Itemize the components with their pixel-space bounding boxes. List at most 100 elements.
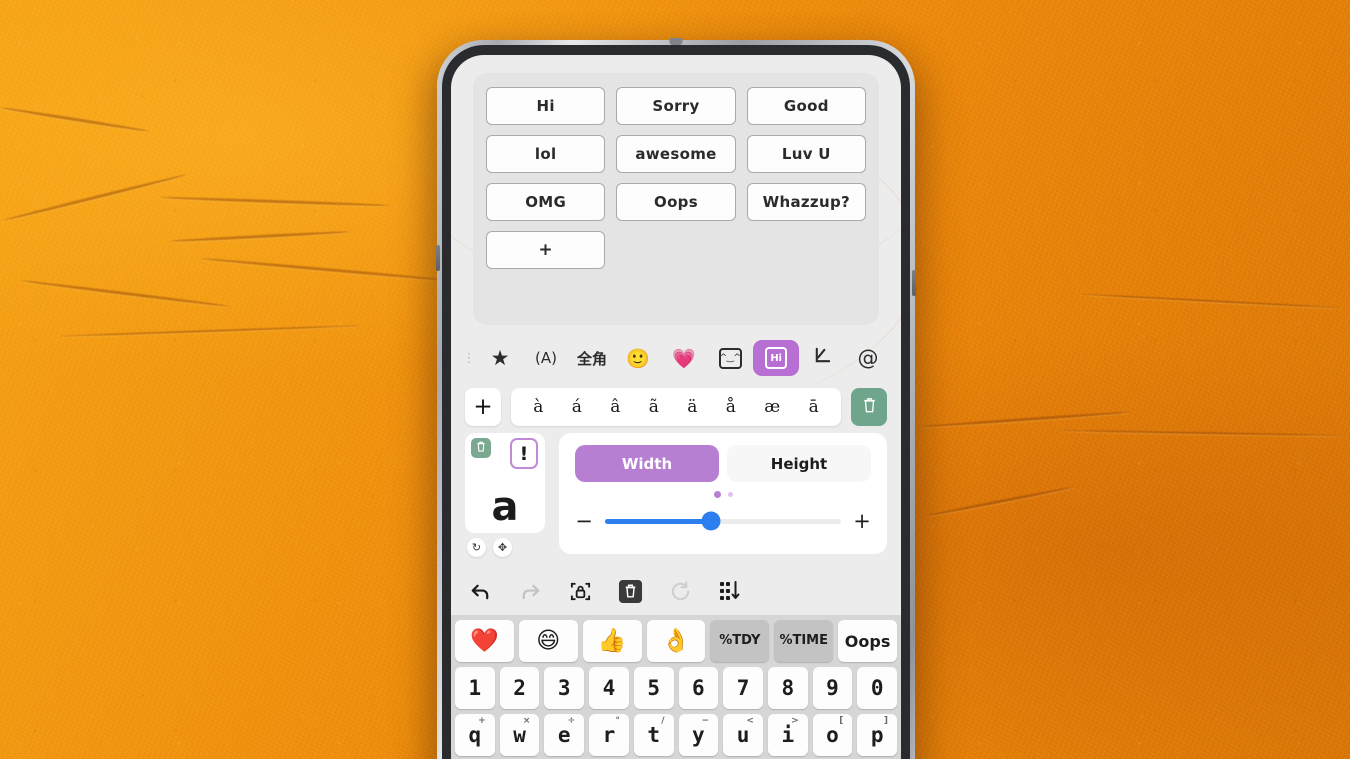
fullwidth-cjk-icon: 全角 — [576, 349, 607, 368]
key-t[interactable]: / t — [633, 714, 674, 756]
lock-target-icon[interactable] — [567, 578, 593, 604]
key-r[interactable]: ° r — [589, 714, 629, 756]
hi-badge-icon: Hi — [765, 347, 787, 369]
key-secondary-label: + — [478, 716, 486, 726]
key-q[interactable]: + q — [455, 714, 495, 756]
phrase-key-omg[interactable]: OMG — [486, 183, 606, 221]
undo-icon[interactable] — [467, 578, 493, 604]
tab-height[interactable]: Height — [727, 445, 871, 482]
size-slider[interactable] — [605, 511, 841, 531]
drag-handle-icon[interactable]: ⋮ — [461, 351, 477, 366]
number-row: 1 2 3 4 5 6 7 8 9 0 — [455, 667, 898, 709]
grin-emoji: 😄 — [536, 627, 561, 654]
key-label: 5 — [647, 676, 660, 700]
key-4[interactable]: 4 — [589, 667, 629, 709]
add-phrase-button[interactable]: + — [486, 231, 606, 269]
key-2[interactable]: 2 — [499, 667, 540, 709]
accent-char[interactable]: æ — [764, 397, 780, 417]
shortcut-key-time[interactable]: %TIME — [774, 620, 834, 662]
refresh-icon[interactable] — [667, 578, 693, 604]
phrase-key-awesome[interactable]: awesome — [616, 135, 736, 173]
phrase-key-luv-u[interactable]: Luv U — [746, 135, 866, 173]
category-draw-symbol-icon[interactable] — [799, 340, 845, 376]
sort-grid-icon[interactable] — [717, 578, 743, 604]
shortcut-key-oops[interactable]: Oops — [838, 620, 898, 662]
category-phrases-hi-icon[interactable]: Hi — [753, 340, 799, 376]
decrease-button[interactable]: − — [575, 509, 593, 533]
accent-char[interactable]: á — [572, 397, 582, 417]
key-label: y — [692, 723, 705, 747]
size-slider-row: − + — [575, 509, 871, 533]
key-7[interactable]: 7 — [723, 667, 763, 709]
heart-emoji: ❤️ — [470, 627, 499, 654]
delete-icon[interactable] — [617, 578, 643, 604]
accent-char[interactable]: ā — [809, 397, 819, 417]
device-side-button-left[interactable] — [436, 245, 440, 271]
category-kaomoji-icon[interactable]: ^‿^ — [707, 340, 753, 376]
key-w[interactable]: × w — [499, 714, 540, 756]
shortcut-key-grin[interactable]: 😄 — [518, 620, 578, 662]
category-heart-icon[interactable]: 💗 — [661, 340, 707, 376]
key-e[interactable]: ÷ e — [544, 714, 585, 756]
phrase-key-sorry[interactable]: Sorry — [616, 87, 736, 125]
category-fullwidth-cjk-icon[interactable]: 全角 — [569, 340, 615, 376]
today-macro-label: %TDY — [719, 633, 761, 649]
accent-char[interactable]: ä — [687, 397, 697, 417]
glyph-delete-badge[interactable] — [471, 438, 491, 458]
shortcut-row: ❤️ 😄 👍 👌 %TDY %TIME Oops — [455, 620, 898, 662]
category-parentheses-a-icon[interactable]: (A) — [523, 340, 569, 376]
redo-icon[interactable] — [517, 578, 543, 604]
add-accent-button[interactable]: + — [465, 388, 501, 426]
key-1[interactable]: 1 — [455, 667, 495, 709]
phrase-key-lol[interactable]: lol — [486, 135, 606, 173]
page-dot-active[interactable] — [713, 491, 721, 498]
key-label: i — [781, 723, 795, 747]
accent-char[interactable]: å — [726, 397, 736, 417]
phone-screen: Hi Sorry Good lol awesome Luv U OMG Oops… — [451, 55, 901, 759]
category-at-symbol-icon[interactable]: @ — [845, 340, 891, 376]
trash-icon — [862, 397, 877, 417]
glyph-preview-card[interactable]: ! a — [465, 433, 545, 533]
shortcut-key-ok-hand[interactable]: 👌 — [646, 620, 706, 662]
virtual-keyboard: ❤️ 😄 👍 👌 %TDY %TIME Oops 1 2 3 4 5 6 7 8… — [451, 615, 901, 759]
phrase-key-good[interactable]: Good — [746, 87, 866, 125]
accent-char[interactable]: â — [610, 397, 620, 417]
page-dot[interactable] — [727, 492, 733, 497]
glyph-variant-char[interactable]: ! — [510, 438, 538, 469]
phrase-key-oops[interactable]: Oops — [616, 183, 736, 221]
phrase-key-whazzup[interactable]: Whazzup? — [746, 183, 866, 221]
rotate-tool-icon[interactable]: ↻ — [467, 538, 486, 557]
shortcut-key-today[interactable]: %TDY — [710, 620, 770, 662]
increase-button[interactable]: + — [853, 509, 871, 533]
key-u[interactable]: < u — [723, 714, 763, 756]
shortcut-key-thumbsup[interactable]: 👍 — [582, 620, 642, 662]
tab-width[interactable]: Width — [575, 445, 719, 482]
key-6[interactable]: 6 — [678, 667, 719, 709]
key-8[interactable]: 8 — [767, 667, 808, 709]
category-emoji-smiley-icon[interactable]: 🙂 — [615, 340, 661, 376]
key-y[interactable]: − y — [678, 714, 719, 756]
key-label: t — [647, 723, 660, 747]
key-label: w — [513, 723, 526, 747]
key-i[interactable]: > i — [767, 714, 808, 756]
key-label: 3 — [557, 676, 571, 700]
device-side-button-right[interactable] — [912, 270, 916, 296]
move-tool-icon[interactable]: ✥ — [493, 538, 512, 557]
key-5[interactable]: 5 — [633, 667, 674, 709]
key-p[interactable]: ] p — [857, 714, 898, 756]
slider-thumb[interactable] — [701, 511, 721, 531]
phrase-key-hi[interactable]: Hi — [486, 87, 606, 125]
key-0[interactable]: 0 — [857, 667, 898, 709]
shortcut-key-heart[interactable]: ❤️ — [455, 620, 514, 662]
key-o[interactable]: [o — [812, 714, 853, 756]
key-secondary-label: × — [522, 716, 531, 726]
key-3[interactable]: 3 — [544, 667, 585, 709]
accent-char[interactable]: ã — [649, 397, 659, 417]
category-favorites-star-icon[interactable]: ★ — [477, 340, 523, 376]
key-9[interactable]: 9 — [812, 667, 853, 709]
delete-accent-button[interactable] — [851, 388, 887, 426]
key-label: 4 — [602, 676, 616, 700]
key-label: p — [870, 723, 884, 747]
accent-char[interactable]: à — [533, 397, 543, 417]
earpiece-notch — [669, 38, 683, 45]
